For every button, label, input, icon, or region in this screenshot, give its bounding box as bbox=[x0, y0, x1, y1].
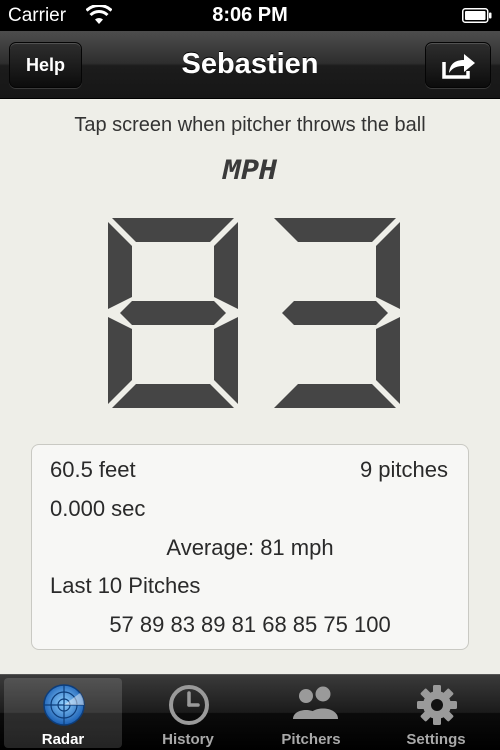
average-speed: Average: 81 mph bbox=[166, 535, 334, 560]
segment-a bbox=[274, 218, 396, 242]
tab-settings-label: Settings bbox=[406, 731, 466, 748]
elapsed-time: 0.000 sec bbox=[50, 496, 146, 521]
clock-icon bbox=[169, 685, 209, 725]
share-icon bbox=[442, 54, 475, 79]
people-icon bbox=[293, 686, 338, 719]
tab-settings[interactable]: Settings bbox=[377, 678, 495, 748]
clock-time: 8:06 PM bbox=[212, 4, 288, 26]
speed-digit-tens bbox=[108, 218, 238, 408]
pitch-count: 9 pitches bbox=[359, 457, 448, 482]
segment-a bbox=[112, 218, 234, 242]
pitch-distance: 60.5 feet bbox=[50, 457, 136, 482]
mph-unit-label: MPH bbox=[222, 154, 278, 185]
segment-f bbox=[108, 222, 132, 309]
segment-d bbox=[112, 384, 234, 408]
battery-icon bbox=[462, 8, 492, 23]
segment-c bbox=[214, 317, 238, 404]
tab-radar-label: Radar bbox=[41, 731, 85, 748]
tab-bar: Radar History Pitchers Settings bbox=[0, 674, 500, 750]
segment-b bbox=[376, 222, 400, 309]
tab-history-label: History bbox=[162, 731, 214, 748]
segment-b bbox=[214, 222, 238, 309]
mph-unit-text: MPH bbox=[222, 154, 278, 185]
share-button[interactable] bbox=[425, 42, 491, 88]
help-button[interactable]: Help bbox=[9, 42, 82, 88]
segment-d bbox=[274, 384, 396, 408]
speed-digit-ones bbox=[274, 218, 400, 408]
tab-pitchers[interactable]: Pitchers bbox=[252, 678, 370, 748]
segment-e bbox=[108, 317, 132, 404]
tab-pitchers-label: Pitchers bbox=[281, 731, 341, 748]
speed-display bbox=[108, 218, 400, 408]
gear-icon bbox=[417, 685, 457, 725]
segment-g bbox=[120, 301, 226, 325]
tab-history[interactable]: History bbox=[129, 678, 247, 748]
last-pitches-title: Last 10 Pitches bbox=[50, 573, 201, 598]
tab-radar[interactable]: Radar bbox=[4, 678, 122, 748]
pitcher-name-title: Sebastien bbox=[181, 48, 319, 80]
segment-c bbox=[376, 317, 400, 404]
tap-instruction: Tap screen when pitcher throws the ball bbox=[74, 114, 426, 136]
last-pitches-values: 57 89 83 89 81 68 85 75 100 bbox=[109, 612, 391, 637]
pitch-stats-panel: 60.5 feet 9 pitches 0.000 sec Average: 8… bbox=[31, 444, 469, 650]
status-bar: Carrier 8:06 PM bbox=[0, 0, 500, 31]
radar-icon bbox=[43, 684, 85, 726]
segment-g bbox=[282, 301, 388, 325]
navigation-bar: Help Sebastien bbox=[0, 31, 500, 99]
